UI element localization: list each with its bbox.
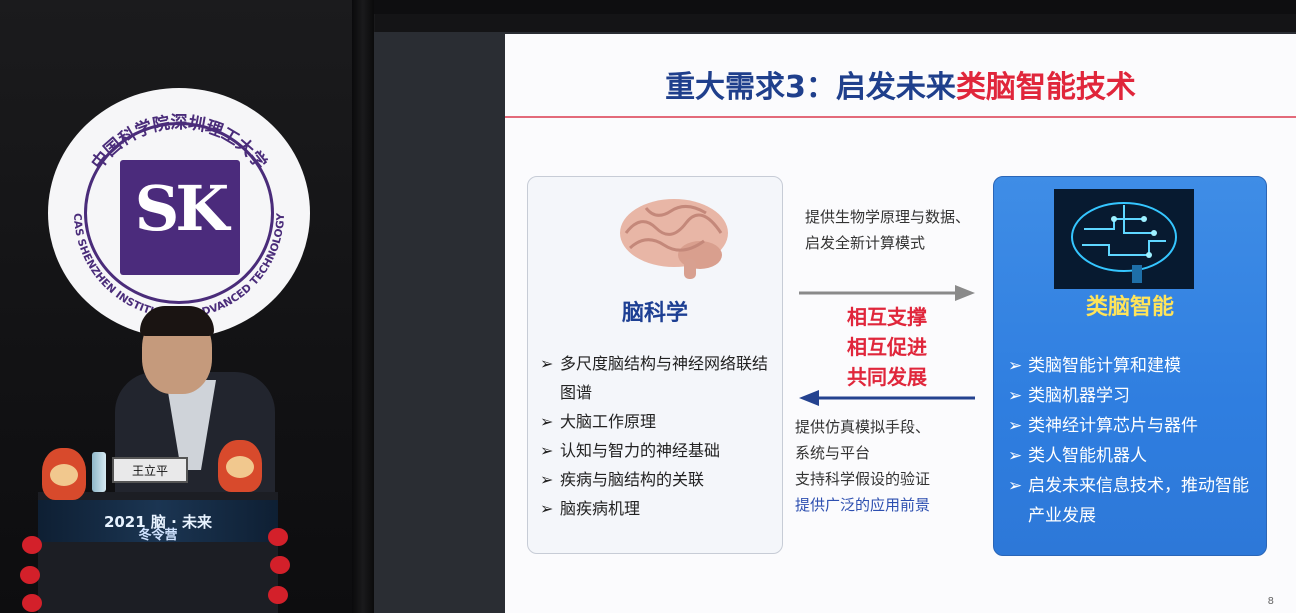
brain-science-panel: 脑科学 ➢ 多尺度脑结构与神经网络联结图谱 ➢ 大脑工作原理 ➢ 认知与智力的神经基础… <box>527 176 783 554</box>
ceiling-beam <box>352 0 1296 14</box>
water-bottle <box>92 452 106 492</box>
list-item: ➢ 启发未来信息技术，推动智能产业发展 <box>1006 471 1258 531</box>
bottom-line: 提供仿真模拟手段、 <box>795 418 931 436</box>
bottom-line: 支持科学假设的验证 <box>795 470 931 488</box>
banner-sub-text: 冬令营 <box>138 527 178 543</box>
brain-icon <box>620 199 728 279</box>
list-item: ➢ 多尺度脑结构与神经网络联结图谱 <box>538 349 774 407</box>
arrow-right-icon <box>799 285 975 301</box>
middle-top-text: 提供生物学原理与数据、启发全新计算模式 <box>805 208 971 252</box>
ox-mascot-right <box>218 440 262 492</box>
list-item-text: 类脑智能计算和建模 <box>1028 356 1181 376</box>
middle-bottom-text: 提供仿真模拟手段、 系统与平台 支持科学假设的验证 提供广泛的应用前景 <box>795 414 985 518</box>
list-item-text: 启发未来信息技术，推动智能产业发展 <box>1028 476 1249 526</box>
page-number: 8 <box>1267 596 1274 607</box>
list-item: ➢ 大脑工作原理 <box>538 407 774 436</box>
presenter-hair <box>140 306 214 336</box>
list-item: ➢ 疾病与脑结构的关联 <box>538 465 774 494</box>
circuit-brain-icon <box>1054 189 1194 289</box>
bullet-arrow-icon: ➢ <box>540 499 554 518</box>
bullet-arrow-icon: ➢ <box>1008 446 1023 466</box>
lantern-icon <box>22 594 42 612</box>
list-item-text: 疾病与脑结构的关联 <box>560 470 705 489</box>
list-item: ➢ 类脑机器学习 <box>1006 381 1258 411</box>
stage-pillar <box>352 0 374 613</box>
bullet-arrow-icon: ➢ <box>1008 386 1023 406</box>
bullet-arrow-icon: ➢ <box>540 354 554 373</box>
bottom-line: 系统与平台 <box>795 444 871 462</box>
bottom-line-highlight: 提供广泛的应用前景 <box>795 496 931 514</box>
lantern-icon <box>268 586 288 604</box>
brain-inspired-ai-title: 类脑智能 <box>1085 295 1174 320</box>
list-item-text: 类脑机器学习 <box>1028 386 1130 406</box>
list-item: ➢ 类脑智能计算和建模 <box>1006 351 1258 381</box>
lantern-icon <box>20 566 40 584</box>
brain-science-list: ➢ 多尺度脑结构与神经网络联结图谱 ➢ 大脑工作原理 ➢ 认知与智力的神经基础 ➢ 疾病… <box>538 349 774 523</box>
list-item-text: 认知与智力的神经基础 <box>560 441 721 460</box>
center-line: 相互促进 <box>847 335 927 359</box>
list-item-text: 多尺度脑结构与神经网络联结图谱 <box>560 354 769 402</box>
lantern-icon <box>22 536 42 554</box>
center-line: 相互支撑 <box>847 305 927 329</box>
arrow-left-icon <box>799 390 975 406</box>
bullet-arrow-icon: ➢ <box>540 412 554 431</box>
brain-science-title: 脑科学 <box>621 301 688 326</box>
bullet-arrow-icon: ➢ <box>540 441 554 460</box>
logo-mark: SK <box>134 171 230 245</box>
list-item: ➢ 认知与智力的神经基础 <box>538 436 774 465</box>
list-item-text: 类神经计算芯片与器件 <box>1028 416 1198 436</box>
list-item-text: 类人智能机器人 <box>1028 446 1147 466</box>
brain-inspired-ai-panel: 类脑智能 ➢ 类脑智能计算和建模 ➢ 类脑机器学习 ➢ 类神经计算芯片与器件 ➢ 类人智… <box>993 176 1267 556</box>
title-divider <box>505 116 1296 118</box>
ox-mascot-left <box>42 448 86 500</box>
list-item: ➢ 类人智能机器人 <box>1006 441 1258 471</box>
nameplate: 王立平 <box>112 457 188 483</box>
middle-center-text: 相互支撑 相互促进 共同发展 <box>797 302 977 392</box>
bullet-arrow-icon: ➢ <box>1008 476 1023 496</box>
list-item-text: 脑疾病机理 <box>560 499 641 518</box>
slide-title-main: 重大需求3：启发未来 <box>665 70 956 105</box>
bullet-arrow-icon: ➢ <box>540 470 554 489</box>
bullet-arrow-icon: ➢ <box>1008 416 1023 436</box>
brain-inspired-ai-list: ➢ 类脑智能计算和建模 ➢ 类脑机器学习 ➢ 类神经计算芯片与器件 ➢ 类人智能机器人 … <box>1006 351 1258 531</box>
lantern-icon <box>270 556 290 574</box>
presentation-slide: 重大需求3：启发未来类脑智能技术 脑科学 ➢ 多尺度脑结构与神经网络联结图谱 ➢ 大… <box>505 34 1296 613</box>
list-item: ➢ 脑疾病机理 <box>538 494 774 523</box>
slide-title-accent: 类脑智能技术 <box>955 70 1136 105</box>
lantern-icon <box>268 528 288 546</box>
bullet-arrow-icon: ➢ <box>1008 356 1023 376</box>
slide-title: 重大需求3：启发未来类脑智能技术 <box>505 62 1296 106</box>
list-item: ➢ 类神经计算芯片与器件 <box>1006 411 1258 441</box>
list-item-text: 大脑工作原理 <box>560 412 657 431</box>
